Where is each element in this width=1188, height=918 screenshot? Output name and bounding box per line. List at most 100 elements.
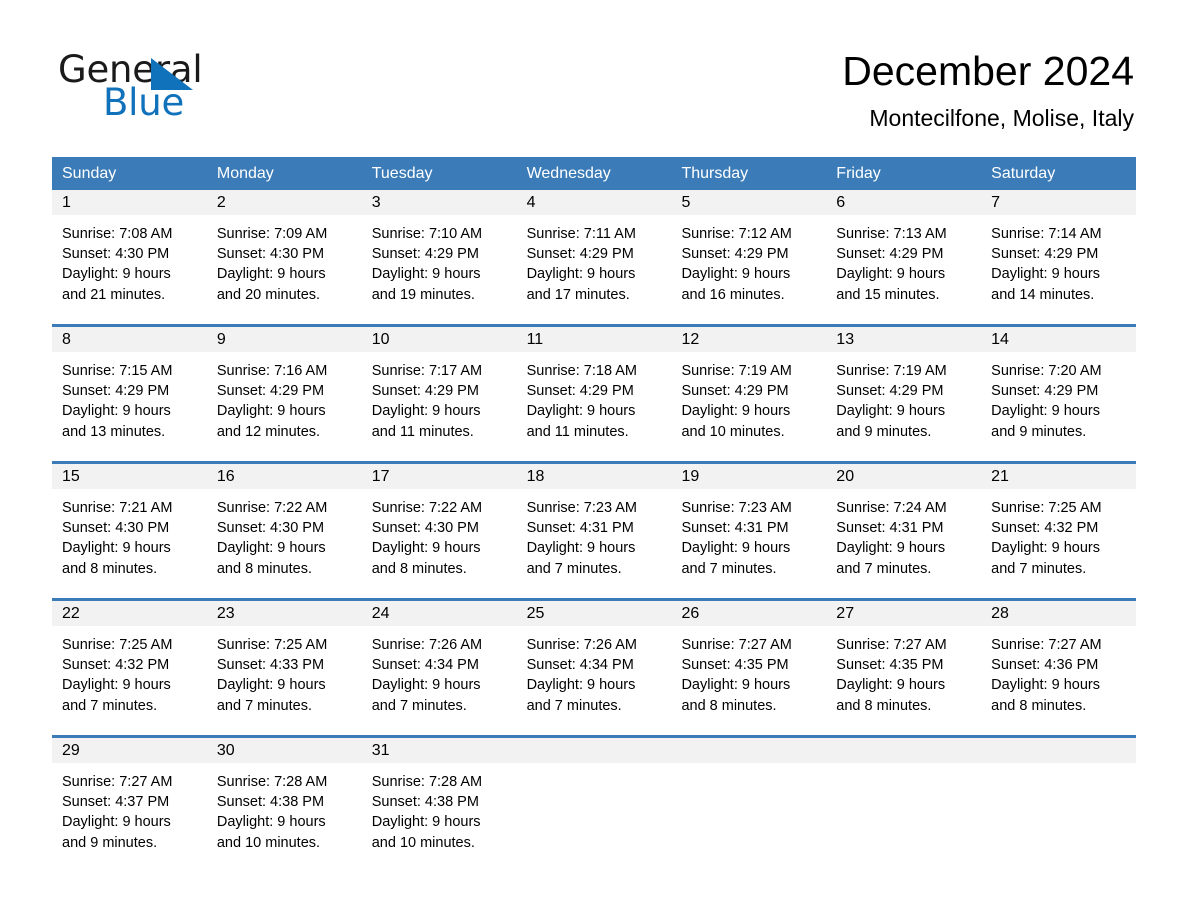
day-cell[interactable]: 16 Sunrise: 7:22 AM Sunset: 4:30 PM Dayl… xyxy=(206,464,362,588)
sunset-text: Sunset: 4:32 PM xyxy=(991,520,1099,537)
day-number-band: 9 xyxy=(206,327,362,352)
sunrise-text: Sunrise: 7:15 AM xyxy=(62,363,173,379)
daylight-text-line2: and 11 minutes. xyxy=(371,423,474,440)
daylight-text-line1: Daylight: 9 hours xyxy=(216,540,326,557)
day-cell[interactable]: 18 Sunrise: 7:23 AM Sunset: 4:31 PM Dayl… xyxy=(516,464,672,588)
day-number: 4 xyxy=(526,194,536,211)
day-cell[interactable]: 5 Sunrise: 7:12 AM Sunset: 4:29 PM Dayli… xyxy=(671,190,827,314)
sunrise-text: Sunrise: 7:28 AM xyxy=(216,774,328,790)
daylight-text-line2: and 7 minutes. xyxy=(526,560,622,577)
day-number: 1 xyxy=(62,194,71,211)
daylight-text-line2: and 7 minutes. xyxy=(991,560,1087,577)
weekday-header-sunday: Sunday xyxy=(62,165,117,182)
day-number: 14 xyxy=(991,331,1009,348)
day-cell[interactable]: 2 Sunrise: 7:09 AM Sunset: 4:30 PM Dayli… xyxy=(206,190,362,314)
sunrise-text: Sunrise: 7:28 AM xyxy=(371,774,483,790)
day-details: Sunrise: 7:26 AM Sunset: 4:34 PM Dayligh… xyxy=(361,626,517,716)
day-number: 27 xyxy=(836,605,855,622)
daylight-text-line2: and 7 minutes. xyxy=(681,560,777,577)
daylight-text-line2: and 7 minutes. xyxy=(216,697,312,714)
day-cell[interactable]: 1 Sunrise: 7:08 AM Sunset: 4:30 PM Dayli… xyxy=(52,190,207,314)
sunset-text: Sunset: 4:30 PM xyxy=(62,520,170,537)
day-cell[interactable]: 10 Sunrise: 7:17 AM Sunset: 4:29 PM Dayl… xyxy=(361,327,517,451)
daylight-text-line2: and 8 minutes. xyxy=(216,560,312,577)
day-cell[interactable]: 28 Sunrise: 7:27 AM Sunset: 4:36 PM Dayl… xyxy=(981,601,1137,725)
sunset-text: Sunset: 4:29 PM xyxy=(371,383,479,400)
daylight-text-line2: and 13 minutes. xyxy=(62,423,166,440)
day-cell[interactable]: 6 Sunrise: 7:13 AM Sunset: 4:29 PM Dayli… xyxy=(826,190,982,314)
daylight-text-line1: Daylight: 9 hours xyxy=(681,677,791,694)
day-number-band: 12 xyxy=(671,327,827,352)
day-details: Sunrise: 7:19 AM Sunset: 4:29 PM Dayligh… xyxy=(826,352,982,442)
daylight-text-line2: and 10 minutes. xyxy=(216,834,321,851)
day-details xyxy=(981,763,1137,772)
sunrise-text: Sunrise: 7:10 AM xyxy=(371,226,483,242)
day-number: 29 xyxy=(62,742,80,759)
sunset-text: Sunset: 4:31 PM xyxy=(526,520,634,537)
day-number: 6 xyxy=(836,194,846,211)
day-cell[interactable]: 13 Sunrise: 7:19 AM Sunset: 4:29 PM Dayl… xyxy=(826,327,982,451)
day-cell[interactable]: 11 Sunrise: 7:18 AM Sunset: 4:29 PM Dayl… xyxy=(516,327,672,451)
day-details: Sunrise: 7:19 AM Sunset: 4:29 PM Dayligh… xyxy=(671,352,827,442)
day-cell[interactable]: 12 Sunrise: 7:19 AM Sunset: 4:29 PM Dayl… xyxy=(671,327,827,451)
day-cell[interactable]: 20 Sunrise: 7:24 AM Sunset: 4:31 PM Dayl… xyxy=(826,464,982,588)
daylight-text-line2: and 8 minutes. xyxy=(62,560,158,577)
sunrise-text: Sunrise: 7:24 AM xyxy=(836,500,947,516)
day-cell[interactable]: 14 Sunrise: 7:20 AM Sunset: 4:29 PM Dayl… xyxy=(981,327,1137,451)
sunrise-text: Sunrise: 7:08 AM xyxy=(62,226,173,242)
day-cell[interactable]: 22 Sunrise: 7:25 AM Sunset: 4:32 PM Dayl… xyxy=(52,601,207,725)
sunrise-text: Sunrise: 7:26 AM xyxy=(526,637,637,653)
daylight-text-line2: and 7 minutes. xyxy=(526,697,622,714)
daylight-text-line1: Daylight: 9 hours xyxy=(991,266,1100,283)
day-cell[interactable]: 3 Sunrise: 7:10 AM Sunset: 4:29 PM Dayli… xyxy=(361,190,517,314)
daylight-text-line1: Daylight: 9 hours xyxy=(681,540,791,557)
daylight-text-line1: Daylight: 9 hours xyxy=(681,266,791,283)
day-number: 10 xyxy=(371,331,390,348)
day-number-band: 30 xyxy=(206,738,362,763)
day-cell[interactable]: 29 Sunrise: 7:27 AM Sunset: 4:37 PM Dayl… xyxy=(52,738,207,862)
day-cell[interactable]: 4 Sunrise: 7:11 AM Sunset: 4:29 PM Dayli… xyxy=(516,190,672,314)
day-cell[interactable]: 8 Sunrise: 7:15 AM Sunset: 4:29 PM Dayli… xyxy=(52,327,207,451)
sunset-text: Sunset: 4:33 PM xyxy=(216,657,325,674)
day-details: Sunrise: 7:15 AM Sunset: 4:29 PM Dayligh… xyxy=(52,352,207,442)
daylight-text-line1: Daylight: 9 hours xyxy=(371,403,481,420)
daylight-text-line2: and 8 minutes. xyxy=(836,697,932,714)
generalblue-logo[interactable]: General Blue xyxy=(58,50,318,123)
day-number-band: 22 xyxy=(52,601,207,626)
day-cell[interactable]: 26 Sunrise: 7:27 AM Sunset: 4:35 PM Dayl… xyxy=(671,601,827,725)
day-cell[interactable]: 19 Sunrise: 7:23 AM Sunset: 4:31 PM Dayl… xyxy=(671,464,827,588)
day-cell[interactable]: 31 Sunrise: 7:28 AM Sunset: 4:38 PM Dayl… xyxy=(361,738,517,862)
sunset-text: Sunset: 4:30 PM xyxy=(216,520,325,537)
day-cell[interactable]: 24 Sunrise: 7:26 AM Sunset: 4:34 PM Dayl… xyxy=(361,601,517,725)
daylight-text-line2: and 9 minutes. xyxy=(62,834,158,851)
day-number: 16 xyxy=(216,468,235,485)
daylight-text-line1: Daylight: 9 hours xyxy=(62,540,171,557)
day-cell[interactable]: 9 Sunrise: 7:16 AM Sunset: 4:29 PM Dayli… xyxy=(206,327,362,451)
week-row: 8 Sunrise: 7:15 AM Sunset: 4:29 PM Dayli… xyxy=(52,324,1137,451)
day-number: 8 xyxy=(62,331,71,348)
day-number-band: 15 xyxy=(52,464,207,489)
sunrise-text: Sunrise: 7:25 AM xyxy=(62,637,173,653)
daylight-text-line2: and 15 minutes. xyxy=(836,286,940,303)
sunrise-text: Sunrise: 7:23 AM xyxy=(526,500,637,516)
day-number-band: 31 xyxy=(361,738,517,763)
sunrise-text: Sunrise: 7:23 AM xyxy=(681,500,792,516)
sunset-text: Sunset: 4:37 PM xyxy=(62,794,170,811)
sunset-text: Sunset: 4:36 PM xyxy=(991,657,1099,674)
day-cell[interactable]: 27 Sunrise: 7:27 AM Sunset: 4:35 PM Dayl… xyxy=(826,601,982,725)
weekday-header-friday: Friday xyxy=(836,165,881,182)
week-row: 15 Sunrise: 7:21 AM Sunset: 4:30 PM Dayl… xyxy=(52,461,1137,588)
day-cell[interactable]: 15 Sunrise: 7:21 AM Sunset: 4:30 PM Dayl… xyxy=(52,464,207,588)
daylight-text-line2: and 11 minutes. xyxy=(526,423,629,440)
day-cell[interactable]: 25 Sunrise: 7:26 AM Sunset: 4:34 PM Dayl… xyxy=(516,601,672,725)
day-number: 13 xyxy=(836,331,855,348)
sunrise-text: Sunrise: 7:14 AM xyxy=(991,226,1102,242)
day-cell[interactable]: 17 Sunrise: 7:22 AM Sunset: 4:30 PM Dayl… xyxy=(361,464,517,588)
day-cell[interactable]: 21 Sunrise: 7:25 AM Sunset: 4:32 PM Dayl… xyxy=(981,464,1137,588)
day-details: Sunrise: 7:22 AM Sunset: 4:30 PM Dayligh… xyxy=(361,489,517,579)
day-cell[interactable]: 7 Sunrise: 7:14 AM Sunset: 4:29 PM Dayli… xyxy=(981,190,1137,314)
week-row: 1 Sunrise: 7:08 AM Sunset: 4:30 PM Dayli… xyxy=(52,190,1137,314)
day-cell[interactable]: 30 Sunrise: 7:28 AM Sunset: 4:38 PM Dayl… xyxy=(206,738,362,862)
day-cell[interactable]: 23 Sunrise: 7:25 AM Sunset: 4:33 PM Dayl… xyxy=(206,601,362,725)
day-number-band: 25 xyxy=(516,601,672,626)
